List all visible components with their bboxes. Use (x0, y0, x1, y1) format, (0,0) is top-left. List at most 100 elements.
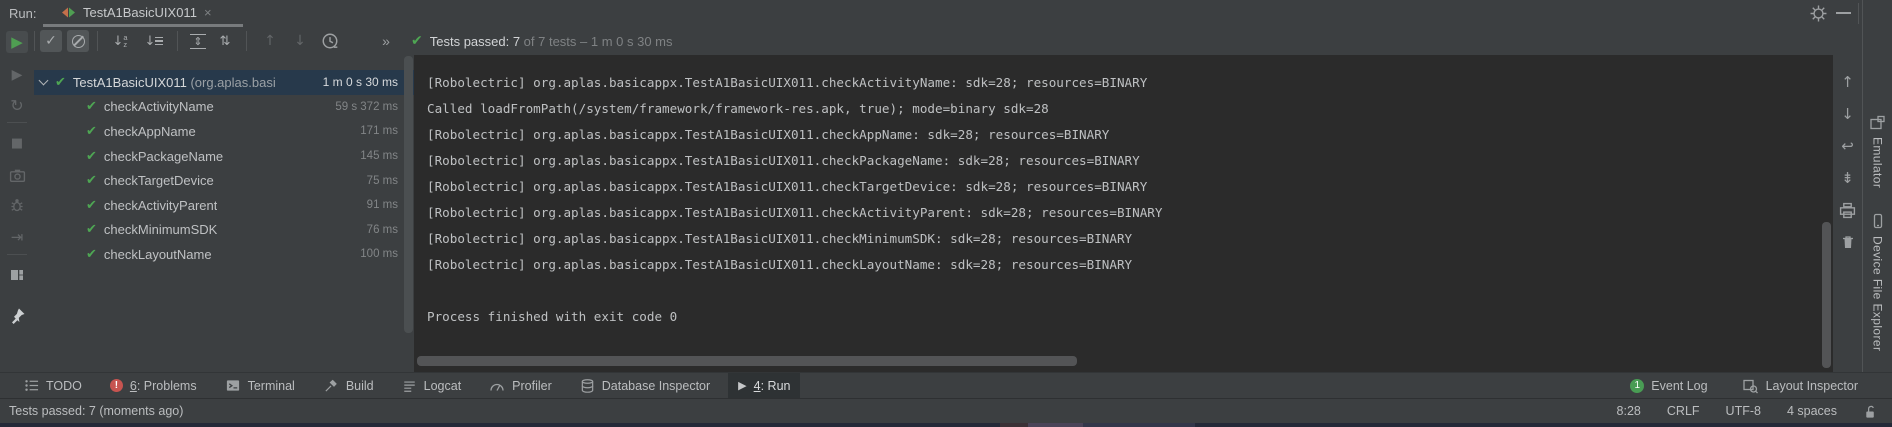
tree-row-test[interactable]: ✔ checkActivityName 59 s 372 ms (34, 95, 414, 120)
suite-duration: 1 m 0 s 30 ms (323, 75, 414, 89)
toolwindow-terminal[interactable]: Terminal (215, 373, 305, 398)
indent-selector[interactable]: 4 spaces (1787, 404, 1837, 418)
toolwindow-event-log[interactable]: 1 Event Log (1620, 373, 1717, 398)
console-line: [Robolectric] org.aplas.basicappx.TestA1… (427, 148, 1833, 174)
test-passed-icon: ✔ (86, 222, 97, 237)
scroll-to-end-icon[interactable]: ⇟ (1838, 168, 1858, 188)
toolwindow-run[interactable]: ▶ 4: Run (728, 373, 800, 398)
toolwindow-layout-inspector[interactable]: Layout Inspector (1732, 373, 1868, 398)
show-ignored-toggle[interactable] (67, 30, 89, 52)
test-name: checkTargetDevice (104, 173, 214, 188)
console-line: [Robolectric] org.aplas.basicappx.TestA1… (427, 200, 1833, 226)
tool-window-header: Run: TestA1BasicUIX011 × (0, 0, 1892, 27)
test-history-clock-icon[interactable] (319, 30, 341, 52)
rerun-button[interactable]: ▶ (6, 31, 28, 53)
test-passed-icon: ✔ (55, 75, 66, 90)
tests-passed-check-icon: ✔ (411, 33, 423, 49)
toggle-layout-icon[interactable] (6, 264, 28, 286)
toolwindow-todo[interactable]: TODO (14, 373, 92, 398)
collapse-all-button[interactable]: ⇅ (214, 30, 236, 52)
test-name: checkAppName (104, 124, 196, 139)
toolbar-overflow-chevron[interactable]: » (375, 30, 397, 52)
hide-tool-window-icon[interactable] (1836, 12, 1851, 14)
scroll-up-icon[interactable]: ↑ (1838, 72, 1858, 92)
test-passed-icon: ✔ (86, 124, 97, 139)
sort-alphabetically-button[interactable]: ↓ az (106, 30, 134, 52)
tree-row-test[interactable]: ✔ checkAppName 171 ms (34, 119, 414, 144)
import-test-results-icon[interactable]: ⇥ (6, 226, 28, 248)
settings-gear-icon[interactable] (1810, 5, 1827, 22)
suite-name: TestA1BasicUIX011 (73, 75, 191, 90)
tree-row-test[interactable]: ✔ checkMinimumSDK 76 ms (34, 218, 414, 243)
test-passed-icon: ✔ (86, 99, 97, 114)
clear-console-trash-icon[interactable] (1838, 232, 1858, 252)
tree-row-root[interactable]: ✔ TestA1BasicUIX011 (org.aplas.basi 1 m … (34, 70, 414, 95)
test-passed-icon: ✔ (86, 247, 97, 262)
test-name: checkMinimumSDK (104, 222, 217, 237)
tree-row-test[interactable]: ✔ checkTargetDevice 75 ms (34, 168, 414, 193)
toolbar-separator (34, 31, 35, 51)
test-summary: ✔ Tests passed: 7 of 7 tests – 1 m 0 s 3… (411, 33, 673, 49)
test-name: checkPackageName (104, 149, 223, 164)
chevron-down-icon[interactable] (39, 76, 49, 86)
tree-row-test[interactable]: ✔ checkPackageName 145 ms (34, 144, 414, 169)
previous-failed-test-button[interactable]: ↑ (259, 30, 281, 52)
logcat-lines-icon (402, 379, 417, 393)
run-config-tab[interactable]: TestA1BasicUIX011 × (55, 0, 218, 25)
console-line: [Robolectric] org.aplas.basicappx.TestA1… (427, 252, 1833, 278)
event-log-count-badge: 1 (1630, 379, 1644, 393)
next-failed-test-button[interactable]: ↓ (289, 30, 311, 52)
caret-position[interactable]: 8:28 (1617, 404, 1641, 418)
ignored-circle-slash-icon (72, 35, 85, 48)
right-dock-toolbar: Emulator Device File Explorer (1862, 0, 1892, 372)
toolbar-separator (97, 31, 98, 51)
test-tree[interactable]: ✔ TestA1BasicUIX011 (org.aplas.basi 1 m … (34, 55, 414, 372)
problems-error-icon: ! (110, 379, 123, 392)
toolwindow-logcat[interactable]: Logcat (392, 373, 472, 398)
junit-run-config-icon (61, 6, 76, 19)
tree-row-test[interactable]: ✔ checkLayoutName 100 ms (34, 242, 414, 267)
toolbar-separator (7, 122, 27, 123)
test-passed-icon: ✔ (86, 149, 97, 164)
line-ending-selector[interactable]: CRLF (1667, 404, 1700, 418)
console-line: Process finished with exit code 0 (427, 304, 1833, 330)
test-name: checkActivityParent (104, 198, 217, 213)
device-phone-icon (1870, 213, 1886, 230)
show-passed-toggle[interactable]: ✓ (40, 30, 62, 52)
auto-test-refresh-icon[interactable]: ↻ (6, 94, 28, 116)
tree-row-test[interactable]: ✔ checkActivityParent 91 ms (34, 193, 414, 218)
close-tab-icon[interactable]: × (204, 5, 212, 20)
layout-inspector-icon (1742, 378, 1759, 394)
rerun-failed-tests-icon[interactable]: ▶ (6, 64, 28, 86)
toolwindow-profiler[interactable]: Profiler (479, 373, 562, 398)
summary-detail-text: of 7 tests – 1 m 0 s 30 ms (520, 34, 672, 49)
test-name: checkActivityName (104, 99, 214, 114)
print-icon[interactable] (1838, 200, 1858, 220)
expand-all-button[interactable]: ⇕ (187, 30, 209, 52)
console-actions-toolbar: ↑ ↓ ↩ ⇟ (1833, 55, 1862, 372)
console-horizontal-scrollbar[interactable] (417, 356, 1077, 366)
toolwindow-database-inspector[interactable]: Database Inspector (570, 373, 720, 398)
device-file-explorer-tool-button[interactable]: Device File Explorer (1863, 213, 1892, 351)
database-icon (580, 378, 595, 394)
screenshot-camera-icon[interactable] (6, 164, 28, 186)
emulator-tool-button[interactable]: Emulator (1863, 115, 1892, 188)
test-results-toolbar: ✓ ↓ az ↓ ⇕ ⇅ ↑ ↓ (34, 27, 1862, 55)
tab-title: TestA1BasicUIX011 (83, 5, 197, 20)
toolwindow-build[interactable]: Build (313, 373, 384, 398)
pin-tab-icon[interactable] (6, 304, 28, 326)
console-line: [Robolectric] org.aplas.basicappx.TestA1… (427, 226, 1833, 252)
run-console-output[interactable]: [Robolectric] org.aplas.basicappx.TestA1… (414, 55, 1833, 372)
sort-by-duration-button[interactable]: ↓ (140, 30, 168, 52)
soft-wrap-icon[interactable]: ↩ (1838, 136, 1858, 156)
console-line: Called loadFromPath(/system/framework/fr… (427, 96, 1833, 122)
encoding-selector[interactable]: UTF-8 (1726, 404, 1761, 418)
unlocked-padlock-icon[interactable] (1863, 404, 1878, 419)
test-name: checkLayoutName (104, 247, 212, 262)
scroll-down-icon[interactable]: ↓ (1838, 104, 1858, 124)
stop-process-icon[interactable]: ■ (6, 132, 28, 154)
tree-scrollbar[interactable] (404, 56, 413, 333)
attach-debugger-bug-icon[interactable] (6, 194, 28, 216)
toolwindow-problems[interactable]: ! 6: Problems (100, 373, 207, 398)
console-vertical-scrollbar[interactable] (1822, 222, 1831, 368)
